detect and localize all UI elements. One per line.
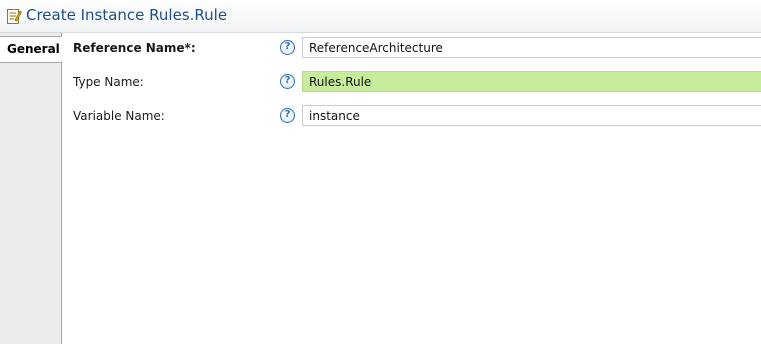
type-name-help-icon[interactable]: ? (280, 74, 295, 89)
title-bar: Create Instance Rules.Rule (0, 0, 761, 33)
tab-general-label: General (7, 42, 60, 56)
type-name-label: Type Name: (73, 75, 144, 89)
variable-name-help-icon[interactable]: ? (280, 108, 295, 123)
tab-general[interactable]: General (0, 36, 62, 63)
edit-properties-icon (6, 7, 22, 25)
type-name-field[interactable] (302, 71, 761, 92)
reference-name-field[interactable] (302, 37, 761, 58)
reference-name-help-icon[interactable]: ? (280, 40, 295, 55)
window-title: Create Instance Rules.Rule (26, 6, 228, 24)
variable-name-label: Variable Name: (73, 109, 165, 123)
variable-name-field[interactable] (302, 105, 761, 126)
reference-name-label: Reference Name*: (73, 41, 196, 55)
tab-column (0, 33, 62, 344)
